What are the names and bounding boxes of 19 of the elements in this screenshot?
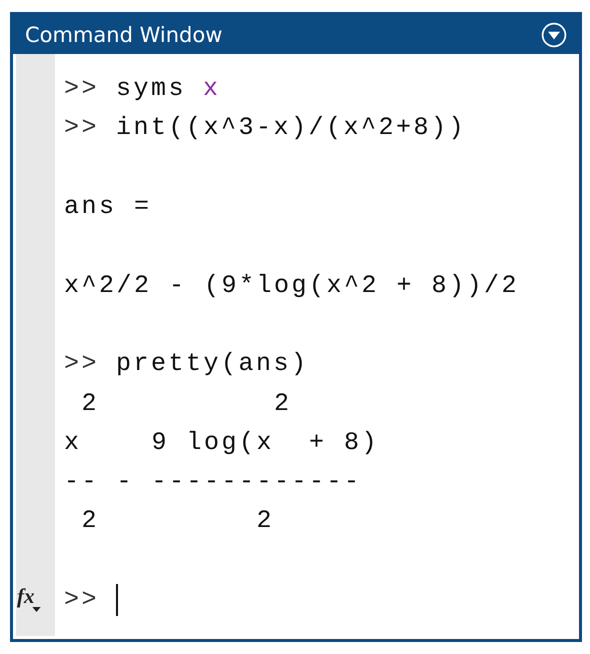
output-text: ans = [64, 192, 152, 222]
prompt: >> [64, 585, 100, 614]
output-text: x^2/2 - (9*log(x^2 + 8))/2 [64, 270, 520, 300]
command-argument: x [203, 74, 221, 104]
text-cursor[interactable] [116, 584, 118, 616]
caret-icon [32, 606, 41, 612]
output-text: 2 2 [80, 506, 274, 536]
prompt: >> [64, 113, 100, 142]
command-text: syms [116, 74, 186, 104]
command-text: pretty(ans) [116, 349, 309, 378]
output-text: 2 2 [80, 388, 292, 418]
output-text: x 9 log(x + 8) [64, 428, 380, 457]
command-text: int((x^3-x)/(x^2+8)) [116, 113, 466, 142]
window-title: Command Window [25, 22, 222, 46]
prompt: >> [64, 74, 100, 104]
output-text: -- - ------------ [64, 467, 362, 496]
dropdown-menu-icon[interactable] [541, 22, 567, 48]
prompt: >> [64, 349, 100, 378]
function-browser-button[interactable]: fx [17, 584, 47, 614]
